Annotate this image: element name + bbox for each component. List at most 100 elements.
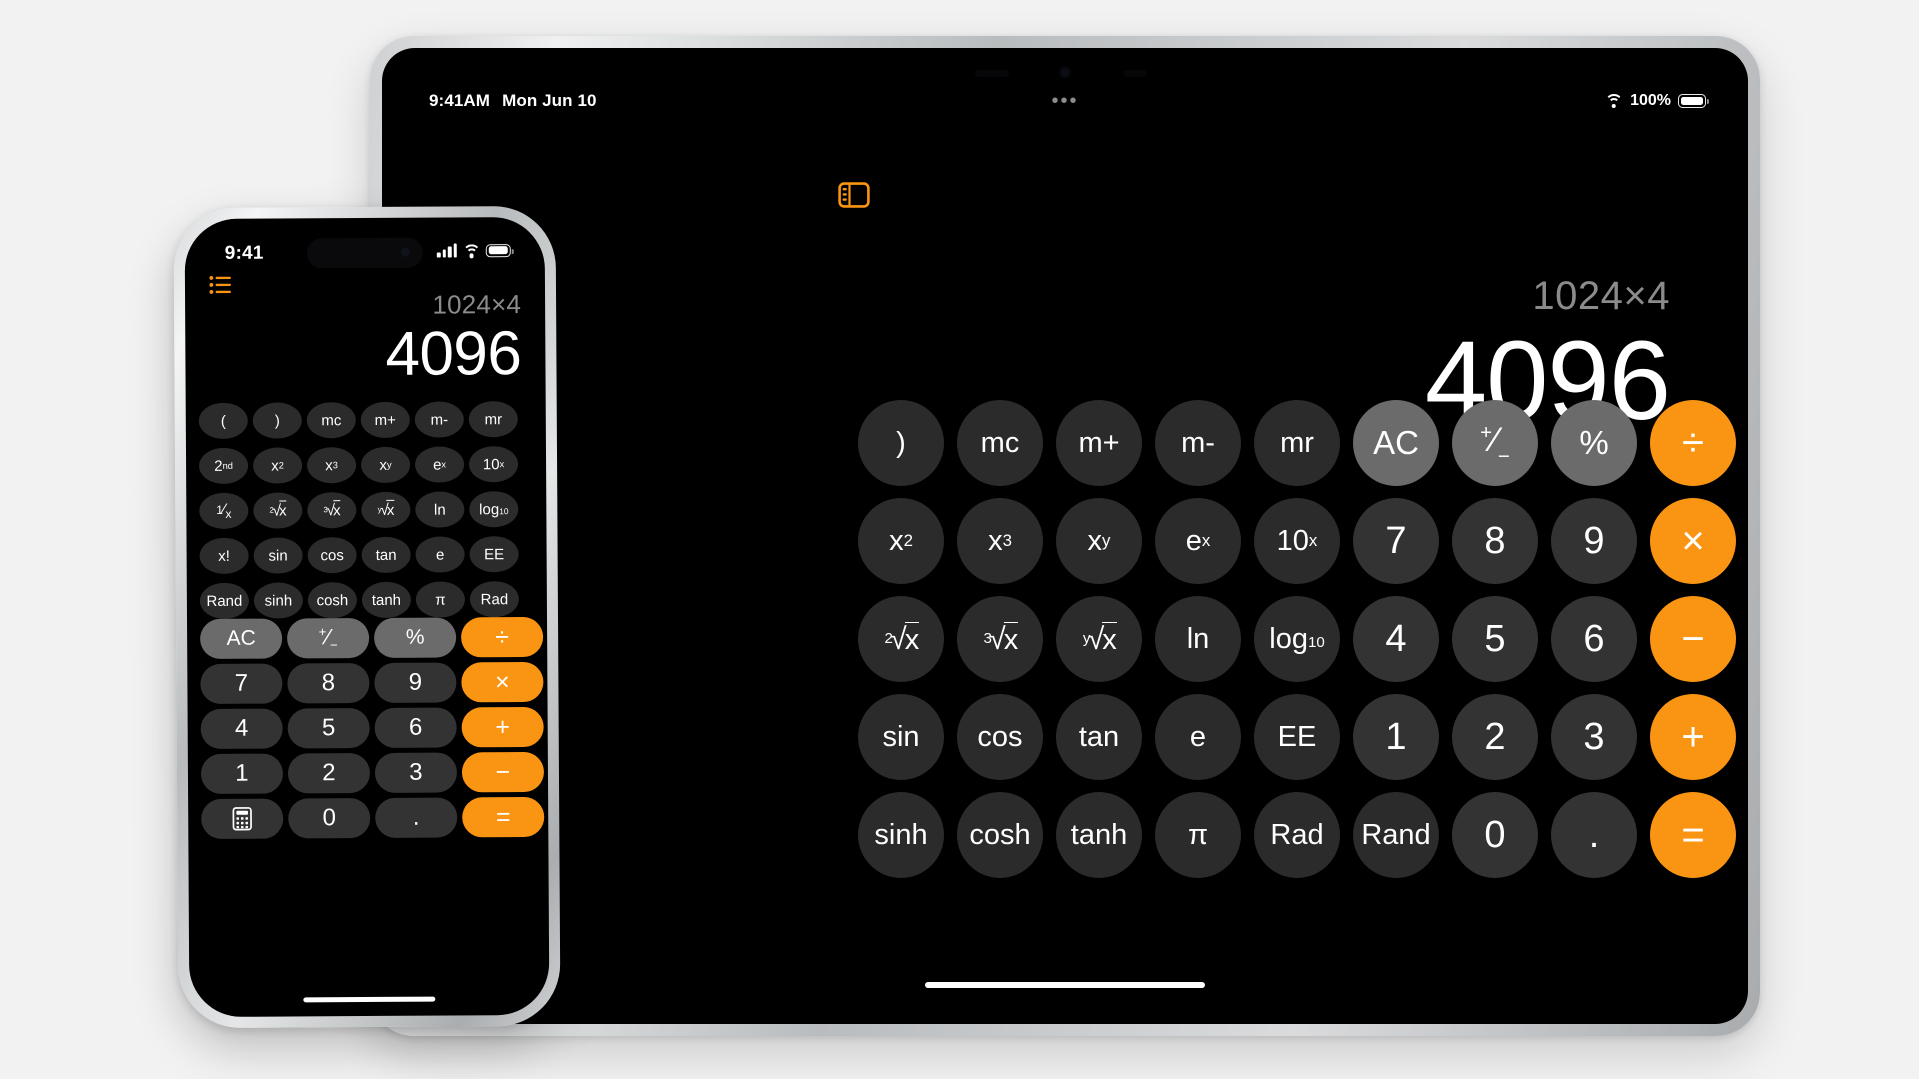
list-menu-icon[interactable] (209, 275, 233, 295)
iphone-key-equals[interactable]: = (462, 796, 545, 838)
iphone-sci-key-square-root[interactable]: 2x (253, 492, 303, 529)
iphone-key-digit-9[interactable]: 9 (374, 662, 457, 703)
ipad-key-multiply[interactable]: × (1650, 498, 1736, 584)
ipad-key-x-to-the-y[interactable]: xy (1056, 498, 1142, 584)
ipad-key-digit-8[interactable]: 8 (1452, 498, 1538, 584)
ipad-key-square-root[interactable]: 2x (858, 596, 944, 682)
ipad-key-memory-subtract[interactable]: m- (1155, 400, 1241, 486)
iphone-sci-key-memory-recall[interactable]: mr (468, 401, 518, 438)
ipad-key-digit-2[interactable]: 2 (1452, 694, 1538, 780)
ipad-key-random[interactable]: Rand (1353, 792, 1439, 878)
iphone-key-digit-2[interactable]: 2 (287, 752, 371, 794)
ipad-key-divide[interactable]: ÷ (1650, 400, 1736, 486)
ipad-key-ten-to-the-x[interactable]: 10 x (1254, 498, 1340, 584)
iphone-sci-key-euler-number[interactable]: e (415, 536, 465, 573)
ipad-multitasking-dots-icon[interactable]: ••• (1051, 91, 1078, 111)
iphone-key-add[interactable]: + (461, 706, 544, 748)
iphone-sci-key-paren-close[interactable]: ) (252, 402, 302, 439)
iphone-key-digit-0[interactable]: 0 (288, 797, 371, 839)
iphone-key-divide[interactable]: ÷ (461, 616, 544, 658)
ipad-key-sine[interactable]: sin (858, 694, 944, 780)
iphone-key-digit-1[interactable]: 1 (200, 753, 284, 795)
ipad-key-add[interactable]: + (1650, 694, 1736, 780)
iphone-sci-key-factorial[interactable]: x! (199, 537, 249, 575)
iphone-sci-key-random[interactable]: Rand (199, 582, 250, 620)
ipad-key-exponent-entry[interactable]: EE (1254, 694, 1340, 780)
ipad-home-indicator[interactable] (925, 982, 1205, 988)
iphone-sci-key-cosine[interactable]: cos (307, 537, 357, 574)
iphone-sci-key-x-cubed[interactable]: x3 (306, 447, 357, 484)
ipad-key-memory-clear[interactable]: mc (957, 400, 1043, 486)
ipad-key-natural-log[interactable]: ln (1155, 596, 1241, 682)
iphone-sci-key-log-base-10[interactable]: log 10 (469, 491, 519, 528)
ipad-key-digit-6[interactable]: 6 (1551, 596, 1637, 682)
sidebar-toggle-icon[interactable] (838, 182, 870, 208)
ipad-key-memory-recall[interactable]: mr (1254, 400, 1340, 486)
ipad-key-equals[interactable]: = (1650, 792, 1736, 878)
ipad-key-x-squared[interactable]: x2 (858, 498, 944, 584)
iphone-sci-key-memory-clear[interactable]: mc (306, 402, 356, 439)
iphone-key-percent[interactable]: % (374, 617, 457, 658)
ipad-key-hyperbolic-tangent[interactable]: tanh (1056, 792, 1142, 878)
iphone-sci-key-memory-add[interactable]: m+ (360, 401, 410, 439)
ipad-key-hyperbolic-cosine[interactable]: cosh (957, 792, 1043, 878)
iphone-key-digit-5[interactable]: 5 (287, 707, 370, 749)
ipad-key-y-root[interactable]: yx (1056, 596, 1142, 682)
ipad-key-e-to-the-x[interactable]: ex (1155, 498, 1241, 584)
ipad-key-radians-toggle[interactable]: Rad (1254, 792, 1340, 878)
ipad-key-digit-4[interactable]: 4 (1353, 596, 1439, 682)
iphone-sci-key-radians-toggle[interactable]: Rad (469, 581, 520, 618)
ipad-key-all-clear[interactable]: AC (1353, 400, 1439, 486)
ipad-key-percent[interactable]: % (1551, 400, 1637, 486)
iphone-sci-key-sine[interactable]: sin (253, 537, 303, 574)
ipad-key-subtract[interactable]: − (1650, 596, 1736, 682)
iphone-sci-key-e-to-the-x[interactable]: ex (414, 446, 465, 483)
iphone-sci-key-x-to-the-y[interactable]: xy (360, 446, 411, 484)
ipad-key-cube-root[interactable]: 3x (957, 596, 1043, 682)
iphone-key-multiply[interactable]: × (461, 661, 544, 703)
iphone-sci-key-hyperbolic-tangent[interactable]: tanh (361, 581, 412, 619)
iphone-sci-key-exponent-entry[interactable]: EE (469, 536, 519, 573)
ipad-key-pi[interactable]: π (1155, 792, 1241, 878)
ipad-key-hyperbolic-sine[interactable]: sinh (858, 792, 944, 878)
iphone-key-all-clear[interactable]: AC (200, 618, 283, 660)
ipad-key-cosine[interactable]: cos (957, 694, 1043, 780)
iphone-home-indicator[interactable] (303, 996, 436, 1003)
ipad-key-plus-minus[interactable]: +⁄− (1452, 400, 1538, 486)
iphone-sci-key-ten-to-the-x[interactable]: 10 x (468, 446, 519, 483)
ipad-key-digit-3[interactable]: 3 (1551, 694, 1637, 780)
iphone-key-calculator-mode[interactable] (201, 798, 284, 840)
iphone-key-plus-minus[interactable]: +⁄− (287, 617, 370, 659)
iphone-sci-key-x-squared[interactable]: x2 (252, 447, 303, 484)
iphone-key-digit-8[interactable]: 8 (287, 662, 370, 704)
iphone-sci-key-y-root[interactable]: yx (361, 491, 411, 529)
iphone-sci-key-second-function[interactable]: 2nd (198, 447, 249, 485)
iphone-sci-key-paren-open[interactable]: ( (198, 402, 248, 440)
iphone-key-digit-3[interactable]: 3 (374, 752, 458, 793)
ipad-key-euler-number[interactable]: e (1155, 694, 1241, 780)
ipad-key-log-base-10[interactable]: log 10 (1254, 596, 1340, 682)
ipad-key-paren-close[interactable]: ) (858, 400, 944, 486)
ipad-key-x-cubed[interactable]: x3 (957, 498, 1043, 584)
iphone-sci-key-reciprocal[interactable]: 1⁄x (199, 492, 249, 530)
ipad-key-memory-add[interactable]: m+ (1056, 400, 1142, 486)
iphone-sci-key-cube-root[interactable]: 3x (307, 492, 357, 529)
iphone-sci-key-hyperbolic-sine[interactable]: sinh (253, 582, 304, 619)
iphone-key-digit-4[interactable]: 4 (200, 708, 283, 750)
iphone-sci-key-tangent[interactable]: tan (361, 536, 411, 574)
ipad-key-digit-0[interactable]: 0 (1452, 792, 1538, 878)
iphone-sci-key-pi[interactable]: π (415, 581, 466, 618)
iphone-key-subtract[interactable]: − (461, 751, 545, 793)
iphone-sci-key-memory-subtract[interactable]: m- (414, 401, 464, 438)
iphone-key-digit-6[interactable]: 6 (374, 707, 457, 748)
iphone-key-digit-7[interactable]: 7 (200, 663, 283, 705)
iphone-sci-key-natural-log[interactable]: ln (415, 491, 465, 528)
ipad-key-digit-7[interactable]: 7 (1353, 498, 1439, 584)
iphone-key-decimal-point[interactable]: . (375, 797, 458, 838)
ipad-key-digit-1[interactable]: 1 (1353, 694, 1439, 780)
ipad-key-tangent[interactable]: tan (1056, 694, 1142, 780)
ipad-key-digit-9[interactable]: 9 (1551, 498, 1637, 584)
ipad-key-decimal-point[interactable]: . (1551, 792, 1637, 878)
iphone-sci-key-hyperbolic-cosine[interactable]: cosh (307, 582, 358, 619)
ipad-key-digit-5[interactable]: 5 (1452, 596, 1538, 682)
